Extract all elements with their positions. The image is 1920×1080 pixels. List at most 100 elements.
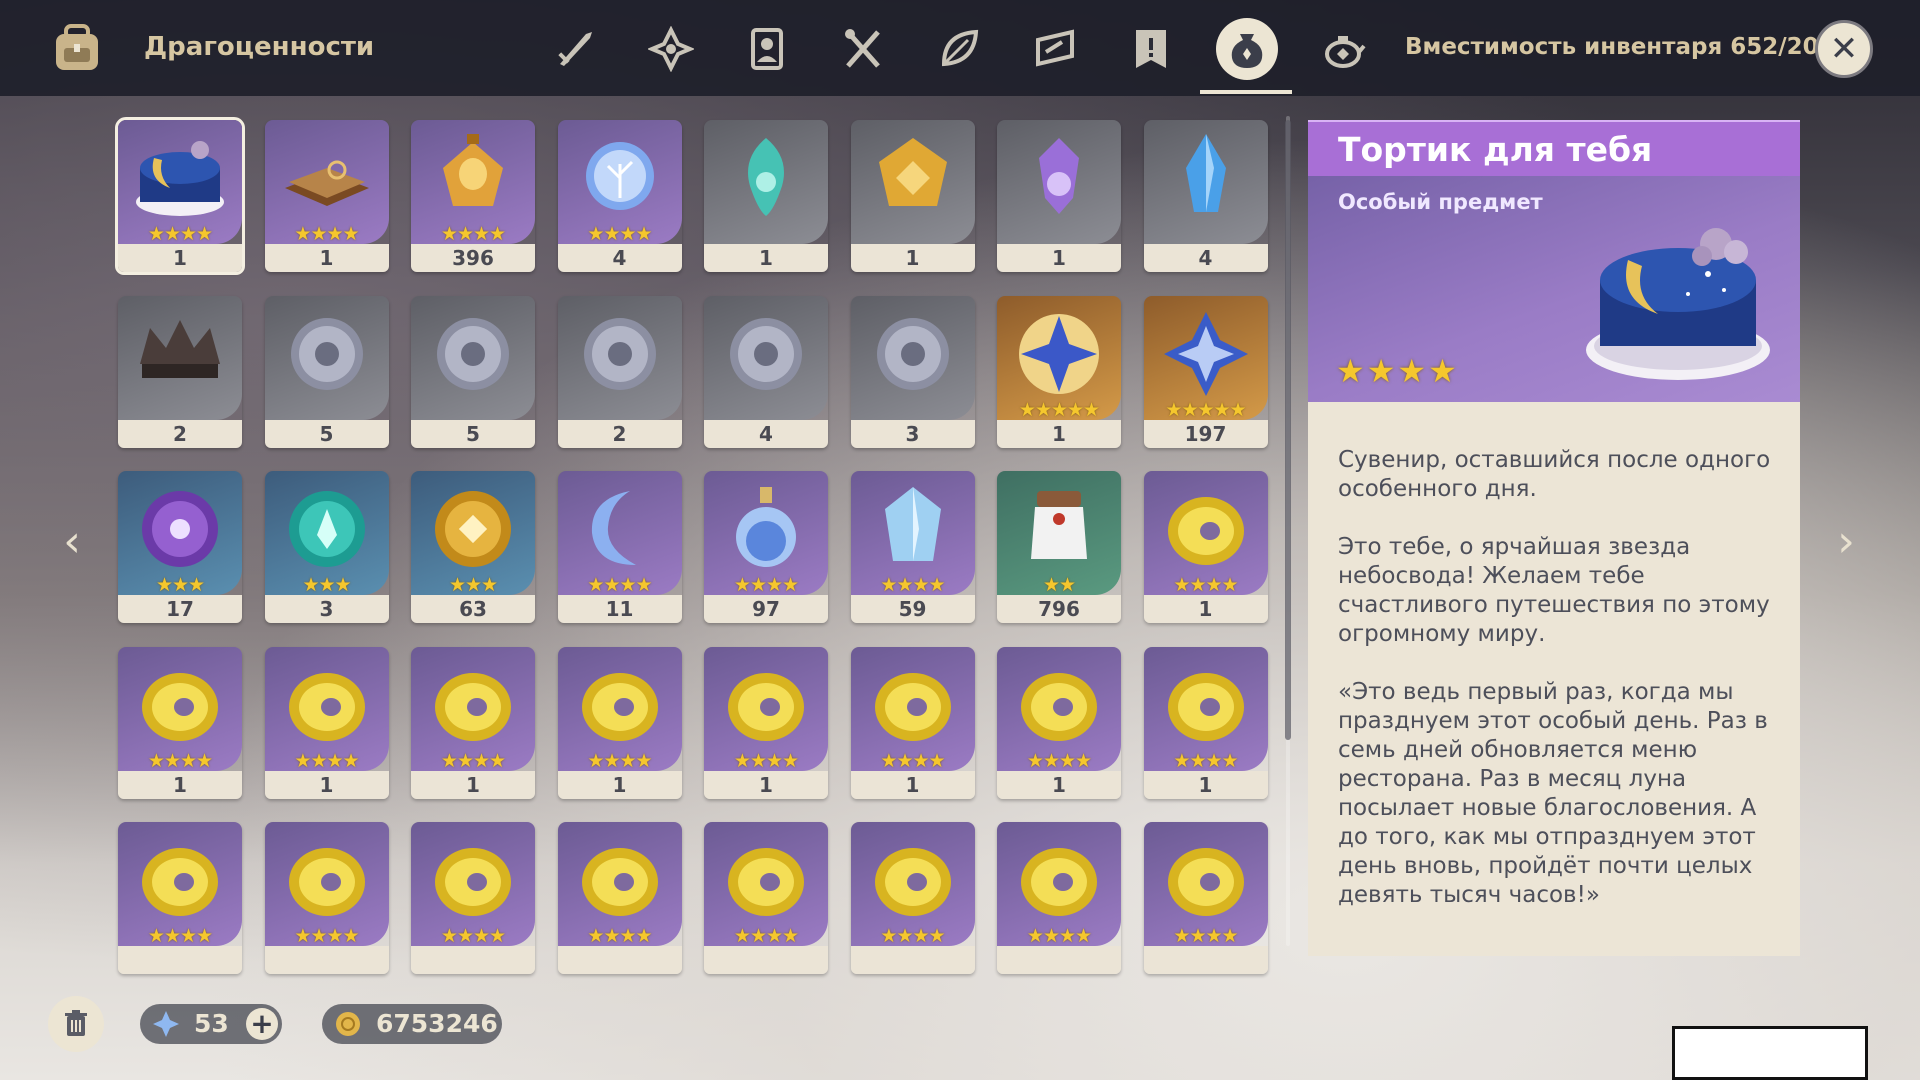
tab-artifacts[interactable] <box>636 14 706 84</box>
quest-flag-icon <box>1136 30 1166 68</box>
scrollbar-thumb[interactable] <box>1285 120 1291 740</box>
inventory-item-card[interactable]: 4 <box>1143 120 1268 272</box>
inventory-item-card[interactable]: 4 <box>704 295 828 448</box>
gold-coin-icon <box>435 672 511 741</box>
inventory-item-card[interactable]: 2 <box>557 295 682 448</box>
inventory-item-card[interactable]: ★★★★ 1 <box>997 646 1121 799</box>
inventory-item-card[interactable]: ★★★★ <box>411 822 535 974</box>
item-count <box>704 946 828 974</box>
inventory-item-card[interactable]: 3 <box>850 295 975 448</box>
emblem-coin-icon <box>437 317 509 390</box>
primogem-icon <box>153 1011 179 1037</box>
electro-sigil-icon <box>1039 138 1079 214</box>
trash-icon <box>65 1010 87 1036</box>
inventory-item-card[interactable]: ★★★★ 1 <box>557 646 682 799</box>
rarity-stars: ★★ <box>1042 574 1076 596</box>
inventory-item-card[interactable]: ★★★★ 1 <box>850 646 975 799</box>
rarity-stars: ★★★★ <box>587 574 652 596</box>
inventory-item-card[interactable]: ★★★★ 1 <box>1143 471 1268 623</box>
prev-page-arrow[interactable]: ‹ <box>52 516 92 567</box>
tab-weapons[interactable] <box>540 14 610 84</box>
page-title: Драгоценности <box>144 32 375 62</box>
item-count <box>850 946 975 974</box>
inventory-item-card[interactable]: ★★★★ <box>557 822 682 974</box>
inventory-item-card[interactable]: ★★★ 17 <box>118 471 242 623</box>
inventory-item-card[interactable]: ★★★ 63 <box>411 471 535 623</box>
blank-box <box>1672 1026 1868 1080</box>
geo-seal-icon <box>435 491 511 567</box>
primogem-count: 53 <box>194 1009 229 1038</box>
item-count: 1 <box>850 244 975 272</box>
inventory-item-card[interactable]: ★★★★ 59 <box>850 471 975 623</box>
primogem-counter: 53 + <box>140 1004 282 1044</box>
inventory-item-card[interactable]: ★★★★★ 197 <box>1143 295 1268 448</box>
pouch-icon <box>1231 34 1263 68</box>
inventory-item-card[interactable]: ★★★★ 1 <box>1143 646 1268 799</box>
geo-sigil-icon <box>878 138 947 206</box>
next-page-arrow[interactable]: › <box>1826 516 1866 567</box>
inventory-item-card[interactable]: 1 <box>850 120 975 272</box>
inventory-item-card[interactable]: ★★★★ 1 <box>264 646 389 799</box>
inventory-item-card[interactable]: ★★★★ 11 <box>557 471 682 623</box>
inventory-item-card[interactable]: ★★★★ <box>264 822 389 974</box>
gold-coin-icon <box>1167 497 1244 565</box>
item-count: 1 <box>997 770 1121 799</box>
rarity-stars: ★★★★ <box>294 925 359 947</box>
item-count: 1 <box>704 244 828 272</box>
lantern-icon <box>443 134 503 206</box>
inventory-item-card[interactable]: ★★★★ 97 <box>704 471 828 623</box>
rarity-stars: ★★★★ <box>147 223 213 245</box>
close-button[interactable]: ✕ <box>1815 20 1873 78</box>
inventory-item-card[interactable]: 5 <box>411 295 535 448</box>
fork-knife-icon <box>845 29 880 68</box>
electro-seal-icon <box>142 491 218 567</box>
delete-button[interactable] <box>48 996 104 1052</box>
gold-coin-icon <box>435 848 511 916</box>
inventory-item-card[interactable]: ★★★★ 1 <box>704 646 828 799</box>
inventory-item-card[interactable]: ★★★★ 396 <box>411 120 535 272</box>
description-paragraph: «Это ведь первый раз, когда мы празднуем… <box>1338 679 1768 908</box>
inventory-item-card[interactable]: ★★★★★ 1 <box>997 295 1121 448</box>
emblem-coin-icon <box>583 317 656 390</box>
top-bar: Драгоценности Вместимость инвентаря 652/… <box>0 0 1920 96</box>
inventory-item-card[interactable]: 1 <box>704 120 828 272</box>
tab-quest[interactable] <box>1116 14 1186 84</box>
inventory-item-card[interactable]: 1 <box>997 120 1121 272</box>
inventory-item-card[interactable]: ★★★★ 4 <box>557 120 682 272</box>
gold-coin-icon <box>1021 848 1097 916</box>
add-primogems-button[interactable]: + <box>246 1008 278 1040</box>
inventory-item-card[interactable]: 5 <box>264 295 389 448</box>
item-count: 1 <box>557 770 682 799</box>
inventory-item-card[interactable]: 2 <box>118 295 242 448</box>
crystal-shard-icon <box>1185 134 1226 212</box>
inventory-item-card[interactable]: ★★★★ <box>1143 822 1268 974</box>
mora-counter: 6753246 <box>322 1004 502 1044</box>
inventory-item-card[interactable]: ★★★★ <box>704 822 828 974</box>
inventory-item-card[interactable]: ★★★★ <box>118 822 242 974</box>
detail-title: Тортик для тебя <box>1338 130 1653 169</box>
inventory-item-card[interactable]: ★★★★ 1 <box>118 646 242 799</box>
item-count <box>118 946 242 974</box>
inventory-item-card[interactable]: ★★★ 3 <box>264 471 389 623</box>
inventory-item-card[interactable]: ★★★★ <box>997 822 1121 974</box>
tab-materials[interactable] <box>924 14 994 84</box>
bottom-bar: 53 + 6753246 <box>0 980 1920 1080</box>
tab-furnishings[interactable] <box>1308 14 1378 84</box>
item-count: 63 <box>411 595 535 623</box>
inventory-item-card[interactable]: ★★★★ <box>850 822 975 974</box>
jar-icon <box>1031 491 1087 559</box>
tab-precious-items[interactable] <box>1212 14 1282 84</box>
tab-gadgets[interactable] <box>1020 14 1090 84</box>
rarity-stars: ★★★★ <box>733 749 799 772</box>
gold-coin-icon <box>142 848 218 916</box>
item-count: 396 <box>411 244 535 272</box>
gold-coin-icon <box>581 848 658 916</box>
tab-food[interactable] <box>828 14 898 84</box>
inventory-item-card[interactable]: ★★★★ 1 <box>115 117 245 275</box>
inventory-item-card[interactable]: ★★★★ 1 <box>411 646 535 799</box>
gold-coin-icon <box>874 848 951 916</box>
tab-character-development[interactable] <box>732 14 802 84</box>
item-count: 1 <box>411 770 535 799</box>
inventory-item-card[interactable]: ★★ 796 <box>997 471 1121 623</box>
inventory-item-card[interactable]: ★★★★ 1 <box>264 120 389 272</box>
